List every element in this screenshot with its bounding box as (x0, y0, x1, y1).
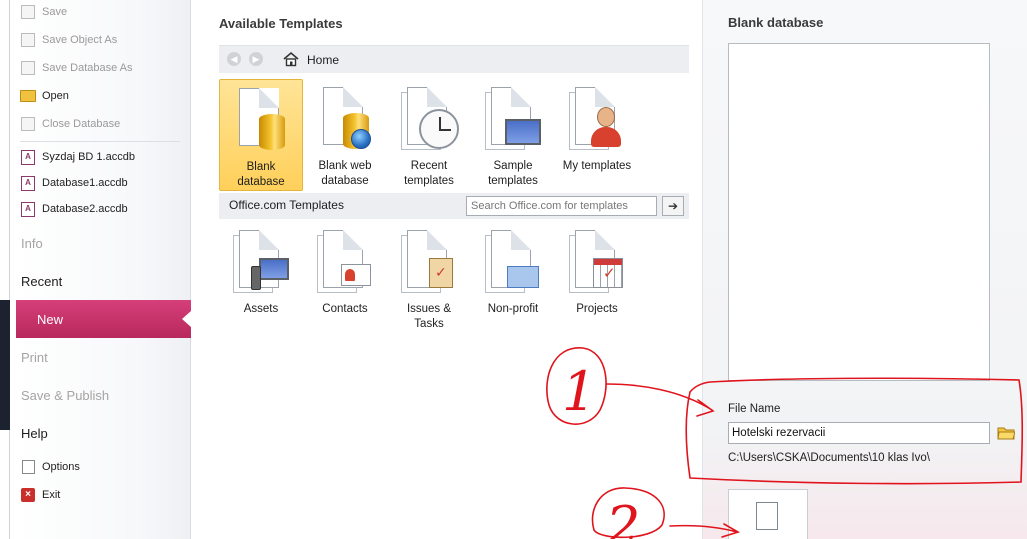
template-my-templates[interactable]: My templates (555, 79, 639, 191)
access-file-icon: A (20, 149, 36, 165)
save-database-as-label: Save Database As (42, 62, 133, 74)
save-database-as-icon (20, 60, 36, 76)
tab-print-label: Print (21, 349, 48, 365)
template-contacts[interactable]: Contacts (303, 222, 387, 334)
back-arrow-icon[interactable]: ◀ (227, 52, 241, 66)
template-nav-bar: ◀ ▶ Home (219, 45, 689, 73)
template-preview (728, 43, 990, 381)
template-label: Sample (493, 160, 533, 172)
create-page-icon (756, 502, 778, 530)
save-path: C:\Users\CSKA\Documents\10 klas Ivo\ (728, 452, 930, 464)
options-command[interactable]: Options (20, 456, 80, 478)
save-database-as-command[interactable]: Save Database As (20, 57, 133, 79)
forward-arrow-icon[interactable]: ▶ (249, 52, 263, 66)
template-label: Blank web (318, 160, 372, 172)
non-profit-icon (483, 230, 543, 302)
projects-icon (567, 230, 627, 302)
template-label-line2: Tasks (414, 318, 444, 330)
search-go-arrow-icon[interactable]: ➔ (662, 196, 684, 216)
template-issues-tasks[interactable]: Issues & Tasks (387, 222, 471, 334)
template-label: Non-profit (487, 303, 539, 315)
recent-file-label: Syzdaj BD 1.accdb (42, 151, 135, 163)
template-blank-web-database[interactable]: Blank web database (303, 79, 387, 191)
office-templates-bar: Office.com Templates ➔ (219, 193, 689, 219)
template-label: Assets (243, 303, 279, 315)
blank-web-database-icon (315, 87, 375, 159)
file-name-input[interactable] (728, 422, 990, 444)
template-label: Recent (410, 160, 448, 172)
save-object-as-icon (20, 32, 36, 48)
tab-save-publish[interactable]: Save & Publish (21, 376, 191, 414)
menu-separator (20, 141, 180, 142)
tab-new-label: New (37, 311, 64, 327)
available-templates-title: Available Templates (219, 16, 343, 31)
tab-recent[interactable]: Recent (21, 262, 191, 300)
template-label: Blank (246, 161, 276, 173)
blank-database-pane: Blank database File Name C:\Users\CSKA\D… (702, 0, 1027, 539)
close-database-command[interactable]: Close Database (20, 113, 120, 135)
tab-print[interactable]: Print (21, 338, 191, 376)
options-label: Options (42, 461, 80, 473)
home-icon[interactable] (283, 51, 299, 67)
save-icon (20, 4, 36, 20)
close-database-label: Close Database (42, 118, 121, 130)
recent-templates-icon (399, 87, 459, 159)
template-label-line2: templates (404, 175, 454, 187)
file-name-label: File Name (728, 403, 781, 415)
tab-help[interactable]: Help (21, 414, 191, 452)
tab-new[interactable]: New (16, 300, 191, 338)
template-assets[interactable]: Assets (219, 222, 303, 334)
template-label: My templates (562, 160, 632, 172)
access-file-icon: A (20, 175, 36, 191)
access-file-icon: A (20, 201, 36, 217)
tab-help-label: Help (21, 425, 48, 441)
create-button[interactable] (728, 489, 808, 539)
office-templates-title: Office.com Templates (229, 198, 344, 212)
close-database-icon (20, 116, 36, 132)
tab-info[interactable]: Info (21, 224, 191, 262)
open-command-label: Open (42, 90, 69, 102)
open-folder-icon (20, 88, 36, 104)
recent-file-item[interactable]: A Database2.accdb (20, 198, 128, 220)
template-label-line2: database (237, 176, 285, 188)
template-projects[interactable]: Projects (555, 222, 639, 334)
exit-command[interactable]: × Exit (20, 484, 60, 506)
save-command[interactable]: Save (20, 1, 67, 23)
save-object-as-label: Save Object As (42, 34, 118, 46)
home-breadcrumb[interactable]: Home (307, 53, 339, 67)
exit-icon: × (20, 487, 36, 503)
blank-database-title: Blank database (728, 15, 824, 30)
options-icon (20, 459, 36, 475)
tab-recent-label: Recent (21, 273, 63, 289)
recent-file-label: Database2.accdb (42, 203, 128, 215)
template-search-input[interactable] (466, 196, 657, 216)
blank-database-icon (231, 88, 291, 160)
recent-file-item[interactable]: A Database1.accdb (20, 172, 128, 194)
template-label-line2: templates (488, 175, 538, 187)
contacts-icon (315, 230, 375, 302)
template-label-line2: database (321, 175, 369, 187)
issues-tasks-icon (399, 230, 459, 302)
window-edge (0, 0, 10, 539)
my-templates-icon (567, 87, 627, 159)
recent-file-item[interactable]: A Syzdaj BD 1.accdb (20, 146, 135, 168)
template-blank-database[interactable]: Blank database (219, 79, 303, 191)
sample-templates-icon (483, 87, 543, 159)
open-command[interactable]: Open (20, 85, 69, 107)
template-non-profit[interactable]: Non-profit (471, 222, 555, 334)
template-label: Projects (576, 303, 618, 315)
template-recent-templates[interactable]: Recent templates (387, 79, 471, 191)
available-templates-pane: Available Templates ◀ ▶ Home Blank datab… (191, 0, 701, 539)
save-object-as-command[interactable]: Save Object As (20, 29, 117, 51)
template-label: Issues & (406, 303, 452, 315)
save-command-label: Save (42, 6, 68, 18)
recent-file-label: Database1.accdb (42, 177, 128, 189)
template-label: Contacts (322, 303, 368, 315)
assets-icon (231, 230, 291, 302)
tab-info-label: Info (21, 235, 43, 251)
template-sample-templates[interactable]: Sample templates (471, 79, 555, 191)
tab-save-publish-label: Save & Publish (21, 387, 110, 403)
exit-label: Exit (42, 489, 61, 501)
browse-folder-icon[interactable] (997, 424, 1015, 440)
